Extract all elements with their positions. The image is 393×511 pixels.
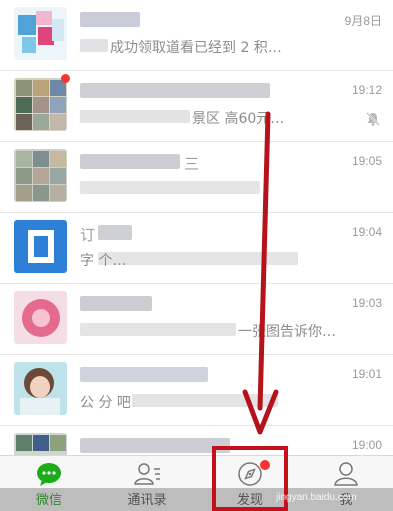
mute-bell-icon [366,112,380,126]
contacts-icon [134,463,160,485]
avatar [14,78,67,131]
chat-bubble-icon [37,463,61,486]
chat-name [80,364,330,384]
avatar [14,362,67,415]
person-icon [334,462,358,486]
chat-row[interactable]: 订 字 个… 19:04 [0,213,393,284]
chat-preview: 景区 高60元… [80,108,342,127]
chat-preview: 成功领取道看已经到 2 积… [80,37,342,56]
chat-preview: 公 分 吧… [80,392,342,411]
avatar [14,433,67,455]
unread-dot [61,74,70,83]
avatar [14,220,67,273]
chat-time: 19:03 [351,296,382,310]
chat-name [80,293,330,313]
chat-time: 19:04 [351,225,382,239]
chat-row[interactable]: 19:00 [0,426,393,455]
chat-name: 三 [80,151,330,173]
chat-row[interactable]: 三 19:05 [0,142,393,213]
chat-time: 19:05 [351,154,382,168]
chat-name [80,80,330,100]
chat-preview [80,179,342,197]
chat-name [80,435,330,455]
avatar [14,7,67,60]
chat-time: 9月8日 [344,14,382,28]
chat-preview: 一张图告诉你… [80,321,342,340]
chat-row[interactable]: 成功领取道看已经到 2 积… 9月8日 [0,0,393,71]
watermark-text: jingyan.baidu.com [276,492,357,503]
avatar [14,149,67,202]
chat-row[interactable]: 景区 高60元… 19:12 [0,71,393,142]
chat-preview: 字 个… [80,250,342,269]
chat-name [80,9,330,29]
chat-name: 订 [80,222,330,244]
chat-row[interactable]: 公 分 吧… 19:01 [0,355,393,426]
avatar [14,291,67,344]
chat-time: 19:01 [351,367,382,381]
chat-row[interactable]: 一张图告诉你… 19:03 [0,284,393,355]
chat-list: 成功领取道看已经到 2 积… 9月8日 景区 高60元… 19:12 三 19:… [0,0,393,455]
chat-time: 19:00 [351,438,382,452]
chat-time: 19:12 [351,83,382,97]
